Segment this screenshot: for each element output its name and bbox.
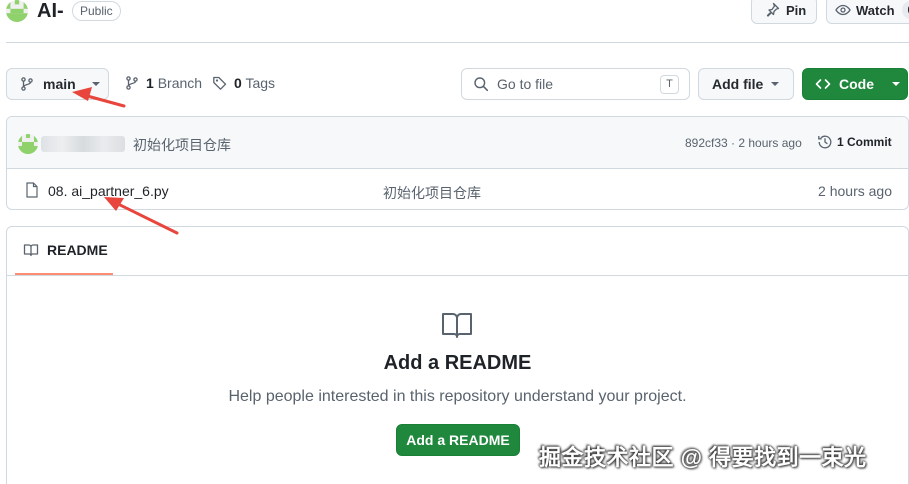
code-label: Code — [839, 76, 874, 92]
identicon-avatar-icon — [6, 0, 28, 22]
pin-button[interactable]: Pin — [751, 0, 817, 24]
eye-icon — [835, 2, 851, 18]
book-icon — [23, 242, 39, 258]
repo-name[interactable]: AI- — [37, 0, 64, 24]
keyboard-shortcut-hint: T — [660, 75, 679, 94]
commit-history-link[interactable]: 1 Commit — [817, 134, 892, 150]
pin-icon — [764, 2, 780, 18]
go-to-file-input[interactable]: Go to file T — [461, 68, 690, 100]
chevron-down-icon — [892, 82, 900, 86]
chevron-down-icon — [91, 82, 100, 86]
tag-icon — [212, 75, 228, 91]
latest-commit-row: 初始化项目仓库 892cf33 · 2 hours ago 1 Commit — [7, 117, 908, 169]
visibility-badge: Public — [72, 1, 121, 21]
tags-link[interactable]: 0 Tags — [212, 75, 275, 91]
commit-author-avatar[interactable] — [18, 134, 38, 154]
latest-commit-message[interactable]: 初始化项目仓库 — [133, 135, 231, 155]
git-branch-icon — [19, 76, 35, 92]
chevron-down-icon — [771, 82, 780, 86]
branch-count-label: Branch — [157, 75, 203, 91]
file-icon — [25, 182, 39, 198]
readme-empty-description: Help people interested in this repositor… — [228, 388, 687, 405]
code-button[interactable]: Code — [802, 68, 908, 100]
watermark-text: 掘金技术社区 @ 得要找到一束光 — [539, 445, 867, 470]
identicon-avatar-icon — [18, 134, 38, 154]
header-divider — [6, 42, 909, 43]
watch-count: 0 — [901, 1, 909, 19]
branch-name: main — [43, 76, 76, 92]
readme-tab-label: README — [47, 242, 108, 258]
history-icon — [817, 134, 833, 150]
book-icon — [441, 311, 473, 339]
search-icon — [473, 76, 489, 92]
add-readme-button[interactable]: Add a README — [396, 424, 520, 456]
file-name-link[interactable]: 08. ai_partner_6.py — [48, 183, 169, 199]
owner-avatar[interactable] — [6, 0, 28, 22]
go-to-file-placeholder: Go to file — [497, 76, 554, 92]
blurred-author-name — [41, 136, 125, 152]
branch-count: 1 — [146, 75, 154, 91]
pin-label: Pin — [786, 2, 807, 18]
tab-readme[interactable]: README — [15, 227, 113, 275]
code-icon — [815, 76, 831, 92]
file-commit-age: 2 hours ago — [818, 183, 892, 199]
tag-count-label: Tags — [245, 75, 276, 91]
file-list: 初始化项目仓库 892cf33 · 2 hours ago 1 Commit 0… — [6, 116, 909, 210]
latest-commit-meta[interactable]: 892cf33 · 2 hours ago — [685, 136, 802, 150]
readme-divider — [7, 275, 908, 276]
tag-count: 0 — [234, 75, 242, 91]
file-row[interactable]: 08. ai_partner_6.py 初始化项目仓库 2 hours ago — [7, 170, 908, 209]
branch-selector-button[interactable]: main — [6, 68, 109, 100]
add-file-label: Add file — [712, 76, 764, 92]
watch-label: Watch — [856, 2, 895, 18]
add-file-button[interactable]: Add file — [698, 68, 794, 100]
readme-empty-title: Add a README — [383, 352, 532, 374]
watch-button[interactable]: Watch 0 — [826, 0, 909, 24]
git-branch-icon — [124, 75, 140, 91]
branches-link[interactable]: 1 Branch — [124, 75, 202, 91]
file-commit-message[interactable]: 初始化项目仓库 — [383, 183, 481, 203]
commit-count-label: 1 Commit — [837, 135, 892, 149]
